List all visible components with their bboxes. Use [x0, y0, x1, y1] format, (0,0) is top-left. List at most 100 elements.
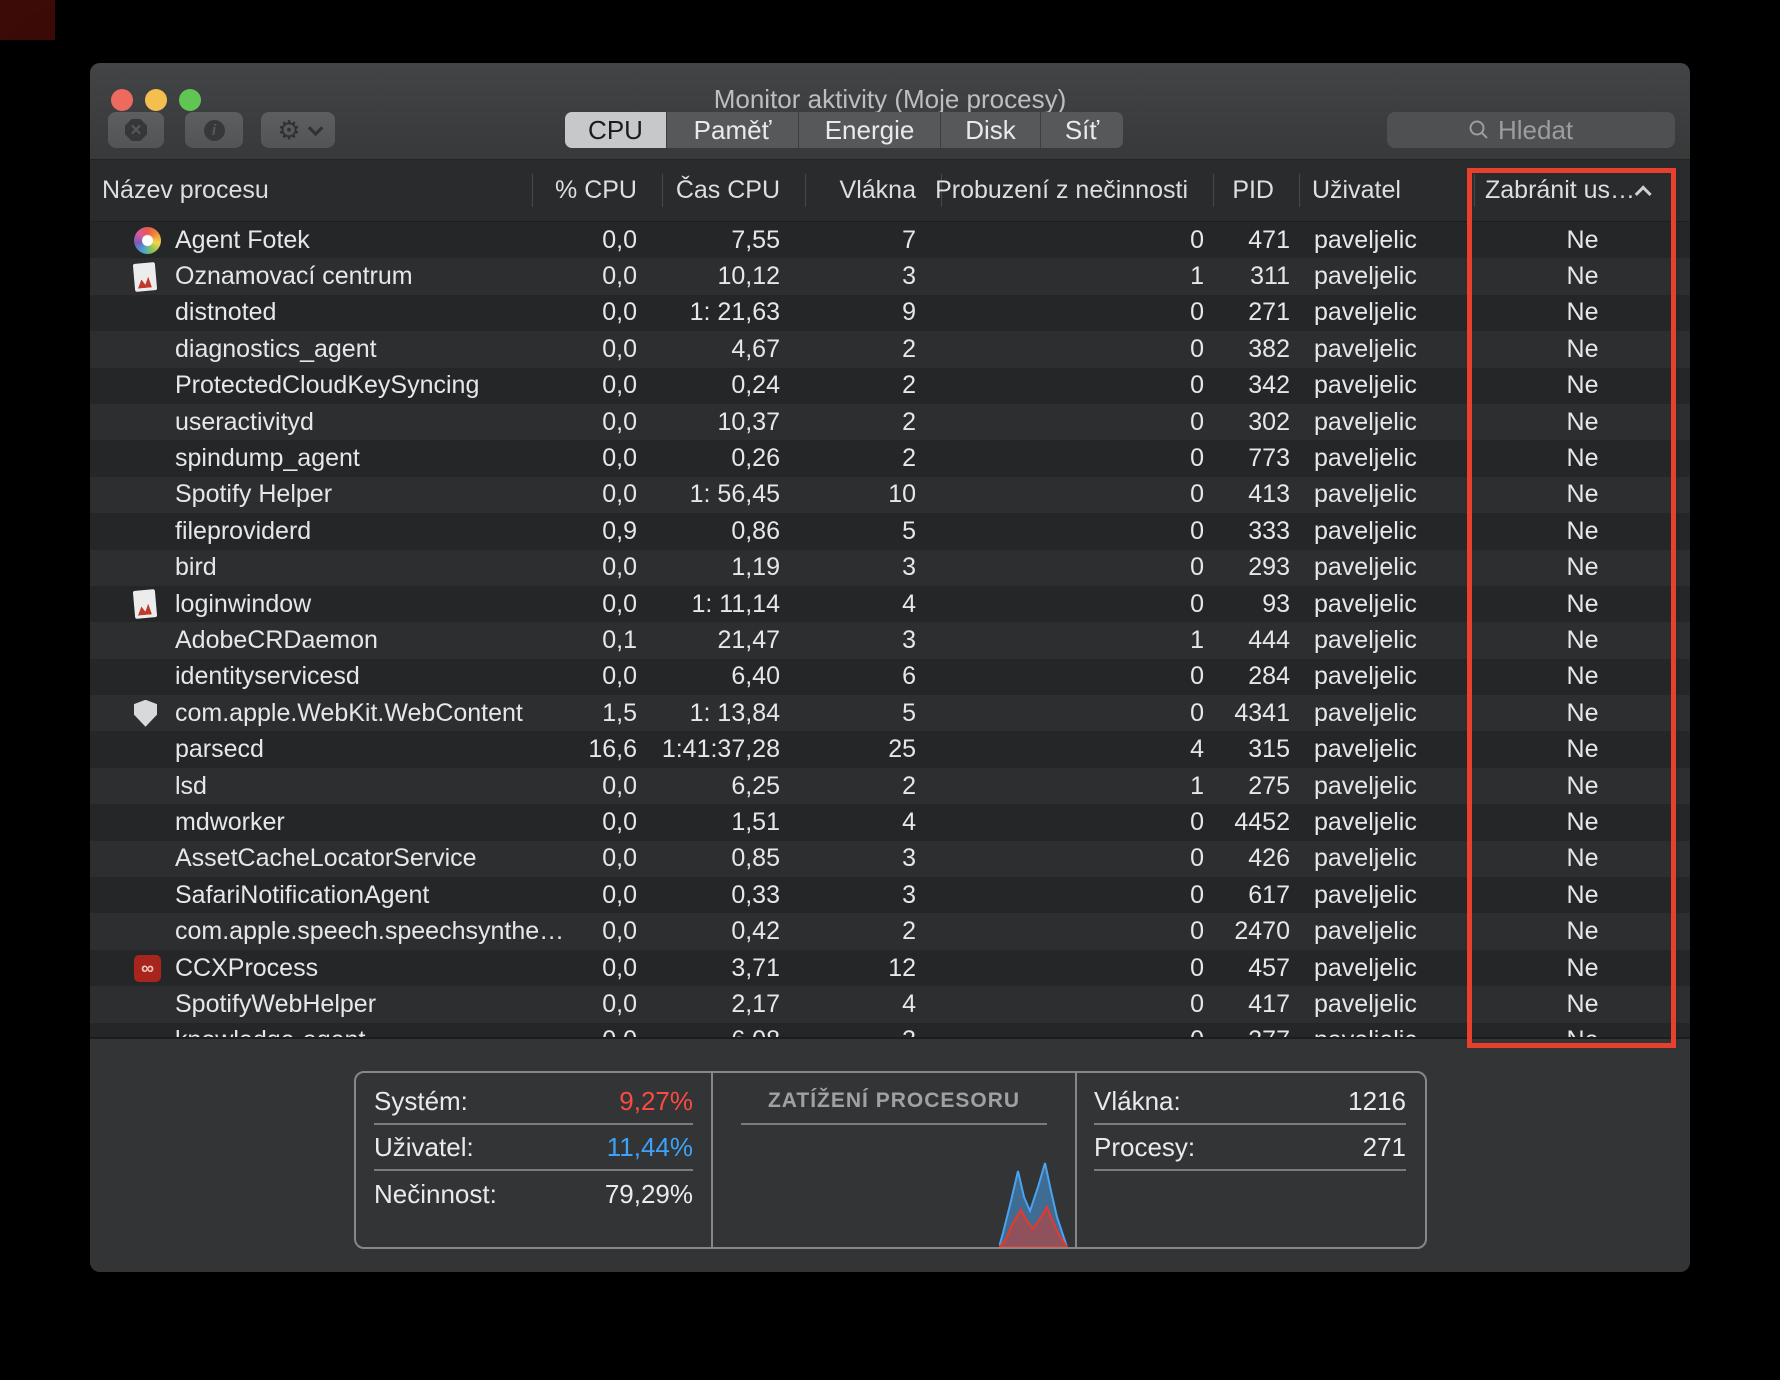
process-row[interactable]: com.apple.speech.speechsynthe… 0,0 0,42 …	[90, 913, 1690, 949]
cell-prevent-sleep: Ne	[1475, 841, 1690, 877]
cpu-stat-row: Uživatel:11,44%	[374, 1125, 693, 1171]
cell-user: paveljelic	[1300, 258, 1475, 294]
cpu-stat-row: Systém:9,27%	[374, 1079, 693, 1125]
header-cell-wakes[interactable]: Probuzení z nečinnosti	[942, 160, 1214, 221]
cell-threads: 12	[806, 950, 942, 986]
cell-user: paveljelic	[1300, 331, 1475, 367]
process-row[interactable]: SpotifyWebHelper 0,0 2,17 4 0 417 pavelj…	[90, 986, 1690, 1022]
cell-cpu: 0,0	[533, 1023, 663, 1037]
process-row[interactable]: knowledge-agent 0,0 6,08 3 0 377 pavelje…	[90, 1023, 1690, 1037]
cell-prevent-sleep: Ne	[1475, 222, 1690, 258]
window-chrome: Monitor aktivity (Moje procesy) ✕ i ⚙ CP…	[90, 63, 1690, 160]
tab-energie[interactable]: Energie	[799, 112, 941, 148]
threads-processes-column: Vlákna:1216Procesy:271	[1077, 1073, 1423, 1247]
process-row[interactable]: spindump_agent 0,0 0,26 2 0 773 paveljel…	[90, 440, 1690, 476]
tab-paměť[interactable]: Paměť	[667, 112, 799, 148]
cell-cpu: 0,9	[533, 513, 663, 549]
cell-cpu: 0,0	[533, 550, 663, 586]
cell-prevent-sleep: Ne	[1475, 1023, 1690, 1037]
cell-cpu: 0,0	[533, 877, 663, 913]
inspect-process-button[interactable]: i	[185, 112, 243, 148]
header-cell-pid[interactable]: PID	[1214, 160, 1300, 221]
process-row[interactable]: bird 0,0 1,19 3 0 293 paveljelic Ne	[90, 550, 1690, 586]
cell-pid: 271	[1214, 295, 1300, 331]
cell-prevent-sleep: Ne	[1475, 804, 1690, 840]
process-row[interactable]: Spotify Helper 0,0 1: 56,45 10 0 413 pav…	[90, 477, 1690, 513]
process-row[interactable]: com.apple.WebKit.WebContent 1,5 1: 13,84…	[90, 695, 1690, 731]
cell-pid: 617	[1214, 877, 1300, 913]
cell-name: com.apple.WebKit.WebContent	[90, 695, 533, 731]
cell-pid: 275	[1214, 768, 1300, 804]
search-input[interactable]	[1498, 115, 1594, 146]
header-cell-threads[interactable]: Vlákna	[806, 160, 942, 221]
cell-prevent-sleep: Ne	[1475, 877, 1690, 913]
process-row[interactable]: lsd 0,0 6,25 2 1 275 paveljelic Ne	[90, 768, 1690, 804]
cell-cpu: 0,0	[533, 913, 663, 949]
search-field[interactable]	[1387, 112, 1675, 148]
process-row[interactable]: Agent Fotek 0,0 7,55 7 0 471 paveljelic …	[90, 222, 1690, 258]
photos-icon	[134, 227, 161, 254]
cell-name: Agent Fotek	[90, 222, 533, 258]
header-cell-name[interactable]: Název procesu	[90, 160, 533, 221]
process-name: AssetCacheLocatorService	[175, 844, 477, 873]
cell-cpu: 0,0	[533, 404, 663, 440]
cell-pid: 471	[1214, 222, 1300, 258]
process-row[interactable]: loginwindow 0,0 1: 11,14 4 0 93 paveljel…	[90, 586, 1690, 622]
tab-cpu[interactable]: CPU	[565, 112, 667, 148]
cell-cpu: 0,0	[533, 477, 663, 513]
cpu-stat-label: Uživatel:	[374, 1132, 474, 1163]
process-row[interactable]: SafariNotificationAgent 0,0 0,33 3 0 617…	[90, 877, 1690, 913]
process-row[interactable]: AdobeCRDaemon 0,1 21,47 3 1 444 paveljel…	[90, 622, 1690, 658]
process-row[interactable]: parsecd 16,6 1:41:37,28 25 4 315 pavelje…	[90, 731, 1690, 767]
cell-cpu-time: 1: 56,45	[663, 477, 806, 513]
header-cell-sleep[interactable]: Zabránit us…	[1475, 160, 1690, 221]
process-row[interactable]: diagnostics_agent 0,0 4,67 2 0 382 pavel…	[90, 331, 1690, 367]
header-cell-user[interactable]: Uživatel	[1300, 160, 1475, 221]
header-cell-cpu[interactable]: % CPU	[533, 160, 663, 221]
cpu-percentages-column: Systém:9,27%Uživatel:11,44%Nečinnost:79,…	[356, 1073, 713, 1247]
cell-name: AssetCacheLocatorService	[90, 841, 533, 877]
cell-user: paveljelic	[1300, 695, 1475, 731]
cell-pid: 342	[1214, 368, 1300, 404]
process-name: parsecd	[175, 735, 264, 764]
cell-pid: 311	[1214, 258, 1300, 294]
cell-idle-wakes: 0	[942, 404, 1214, 440]
cell-cpu: 0,0	[533, 368, 663, 404]
tab-síť[interactable]: Síť	[1041, 112, 1123, 148]
process-name: Spotify Helper	[175, 480, 332, 509]
cell-pid: 302	[1214, 404, 1300, 440]
process-row[interactable]: Oznamovací centrum 0,0 10,12 3 1 311 pav…	[90, 258, 1690, 294]
cell-idle-wakes: 0	[942, 695, 1214, 731]
document-icon	[133, 262, 157, 292]
cell-prevent-sleep: Ne	[1475, 513, 1690, 549]
process-row[interactable]: identityservicesd 0,0 6,40 6 0 284 pavel…	[90, 659, 1690, 695]
quit-process-button[interactable]: ✕	[108, 112, 164, 148]
process-row[interactable]: ProtectedCloudKeySyncing 0,0 0,24 2 0 34…	[90, 368, 1690, 404]
tab-disk[interactable]: Disk	[941, 112, 1041, 148]
cell-idle-wakes: 0	[942, 477, 1214, 513]
cell-name: ProtectedCloudKeySyncing	[90, 368, 533, 404]
cell-user: paveljelic	[1300, 586, 1475, 622]
cell-threads: 10	[806, 477, 942, 513]
cpu-stat-label: Nečinnost:	[374, 1179, 497, 1210]
cell-name: knowledge-agent	[90, 1023, 533, 1037]
header-label-cpu: % CPU	[555, 176, 637, 205]
cell-cpu: 0,0	[533, 331, 663, 367]
process-row[interactable]: ∞ CCXProcess 0,0 3,71 12 0 457 paveljeli…	[90, 950, 1690, 986]
cell-cpu-time: 0,85	[663, 841, 806, 877]
cell-cpu-time: 1: 21,63	[663, 295, 806, 331]
process-row[interactable]: fileproviderd 0,9 0,86 5 0 333 paveljeli…	[90, 513, 1690, 549]
process-name: Agent Fotek	[175, 226, 310, 255]
header-cell-time[interactable]: Čas CPU	[663, 160, 806, 221]
process-name: useractivityd	[175, 408, 314, 437]
process-row[interactable]: useractivityd 0,0 10,37 2 0 302 paveljel…	[90, 404, 1690, 440]
header-label-name: Název procesu	[102, 176, 269, 205]
cpu-load-title-wrap: ZATÍŽENÍ PROCESORU	[741, 1079, 1047, 1125]
cell-threads: 9	[806, 295, 942, 331]
actions-menu-button[interactable]: ⚙	[261, 112, 335, 148]
cell-idle-wakes: 0	[942, 368, 1214, 404]
process-row[interactable]: distnoted 0,0 1: 21,63 9 0 271 paveljeli…	[90, 295, 1690, 331]
process-row[interactable]: AssetCacheLocatorService 0,0 0,85 3 0 42…	[90, 841, 1690, 877]
process-row[interactable]: mdworker 0,0 1,51 4 0 4452 paveljelic Ne	[90, 804, 1690, 840]
cell-prevent-sleep: Ne	[1475, 550, 1690, 586]
